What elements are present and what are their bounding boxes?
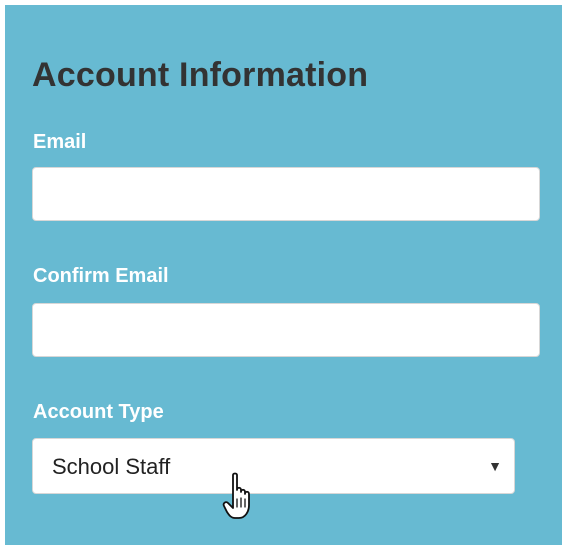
account-type-selected-value: School Staff (52, 454, 171, 479)
page-title: Account Information (32, 56, 369, 94)
chevron-down-icon: ▼ (488, 458, 502, 474)
confirm-email-label: Confirm Email (33, 265, 169, 287)
hand-pointer-icon (222, 472, 250, 519)
account-information-panel: Account Information Email Confirm Email … (5, 5, 562, 545)
email-label: Email (33, 131, 87, 153)
account-type-label: Account Type (33, 401, 164, 423)
confirm-email-field[interactable] (32, 303, 540, 357)
email-field[interactable] (32, 167, 540, 221)
account-type-select[interactable]: School Staff ▼ (32, 438, 515, 494)
